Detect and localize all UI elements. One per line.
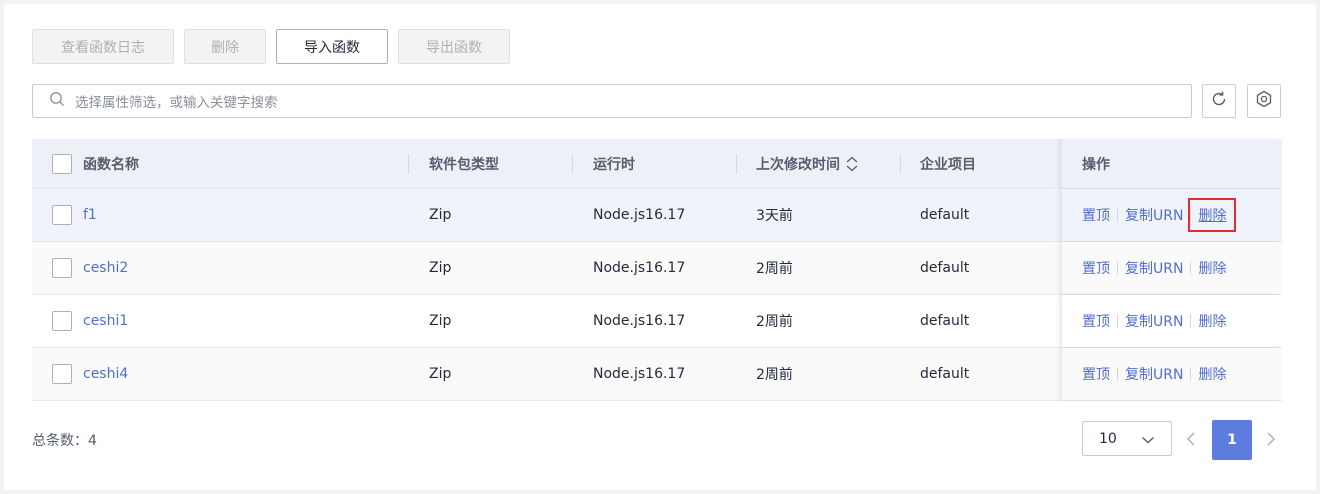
ops-divider <box>1190 261 1192 275</box>
operations-cell: 置顶 复制URN 删除 <box>1061 242 1282 294</box>
import-function-button[interactable]: 导入函数 <box>276 29 388 64</box>
delete-link[interactable]: 删除 <box>1198 364 1226 384</box>
column-divider[interactable] <box>900 154 901 174</box>
runtime-cell: Node.js16.17 <box>593 313 686 329</box>
package-type-cell: Zip <box>429 207 452 223</box>
view-logs-button[interactable]: 查看函数日志 <box>32 29 174 64</box>
ops-divider <box>1117 367 1118 381</box>
delete-button[interactable]: 删除 <box>184 29 266 64</box>
prev-page-icon[interactable] <box>1185 430 1197 452</box>
ops-divider <box>1190 367 1192 381</box>
pin-link[interactable]: 置顶 <box>1082 364 1110 384</box>
copy-urn-link[interactable]: 复制URN <box>1125 205 1183 225</box>
search-input[interactable]: 选择属性筛选，或输入关键字搜索 <box>32 84 1192 118</box>
table-row: ceshi1 Zip Node.js16.17 2周前 default 置顶 复… <box>32 295 1282 348</box>
delete-link[interactable]: 删除 <box>1198 258 1226 278</box>
chevron-down-icon <box>1141 433 1155 449</box>
column-divider[interactable] <box>572 154 573 174</box>
table-row: ceshi2 Zip Node.js16.17 2周前 default 置顶 复… <box>32 242 1282 295</box>
copy-urn-link[interactable]: 复制URN <box>1125 364 1183 384</box>
delete-link[interactable]: 删除 <box>1198 311 1226 331</box>
search-placeholder: 选择属性筛选，或输入关键字搜索 <box>75 95 278 111</box>
settings-button[interactable] <box>1247 84 1281 118</box>
package-type-cell: Zip <box>429 260 452 276</box>
row-checkbox[interactable] <box>52 189 72 241</box>
page-size-value: 10 <box>1099 430 1117 447</box>
functions-table: 函数名称 软件包类型 运行时 上次修改时间 企业项目 操作 f1 Zip Nod… <box>32 139 1282 401</box>
header-enterprise-project: 企业项目 <box>920 156 976 173</box>
total-count: 总条数：4 <box>32 433 97 449</box>
header-package-type: 软件包类型 <box>429 156 499 173</box>
ops-divider <box>1117 261 1118 275</box>
select-all-checkbox[interactable] <box>52 139 72 188</box>
last-modified-cell: 2周前 <box>756 261 793 277</box>
package-type-cell: Zip <box>429 313 452 329</box>
ops-divider <box>1117 314 1118 328</box>
row-checkbox[interactable] <box>52 295 72 347</box>
header-last-modified[interactable]: 上次修改时间 <box>756 139 859 188</box>
delete-link[interactable]: 删除 <box>1188 198 1237 232</box>
pin-link[interactable]: 置顶 <box>1082 311 1110 331</box>
table-row: ceshi4 Zip Node.js16.17 2周前 default 置顶 复… <box>32 348 1282 401</box>
refresh-button[interactable] <box>1202 84 1236 118</box>
table-header: 函数名称 软件包类型 运行时 上次修改时间 企业项目 操作 <box>32 139 1282 189</box>
search-icon <box>49 91 65 111</box>
toolbar: 查看函数日志 删除 导入函数 导出函数 <box>32 29 510 64</box>
function-name-link[interactable]: ceshi4 <box>83 348 128 400</box>
copy-urn-link[interactable]: 复制URN <box>1125 258 1183 278</box>
next-page-icon[interactable] <box>1265 430 1277 452</box>
pin-link[interactable]: 置顶 <box>1082 205 1110 225</box>
function-name-link[interactable]: f1 <box>83 189 97 241</box>
operations-cell: 置顶 复制URN 删除 <box>1061 348 1282 400</box>
refresh-icon <box>1210 90 1228 112</box>
project-cell: default <box>920 260 970 276</box>
package-type-cell: Zip <box>429 366 452 382</box>
sort-icon[interactable] <box>845 156 859 172</box>
operations-cell: 置顶 复制URN 删除 <box>1061 295 1282 347</box>
column-divider[interactable] <box>736 154 737 174</box>
last-modified-cell: 3天前 <box>756 208 793 224</box>
function-name-link[interactable]: ceshi2 <box>83 242 128 294</box>
runtime-cell: Node.js16.17 <box>593 207 686 223</box>
ops-divider <box>1190 314 1192 328</box>
function-name-link[interactable]: ceshi1 <box>83 295 128 347</box>
runtime-cell: Node.js16.17 <box>593 260 686 276</box>
table-row: f1 Zip Node.js16.17 3天前 default 置顶 复制URN… <box>32 189 1282 242</box>
gear-icon <box>1255 90 1273 112</box>
header-last-modified-label: 上次修改时间 <box>756 156 840 173</box>
row-checkbox[interactable] <box>52 242 72 294</box>
last-modified-cell: 2周前 <box>756 367 793 383</box>
project-cell: default <box>920 313 970 329</box>
project-cell: default <box>920 366 970 382</box>
project-cell: default <box>920 207 970 223</box>
header-function-name: 函数名称 <box>83 156 139 173</box>
header-runtime: 运行时 <box>593 156 635 173</box>
current-page-button[interactable]: 1 <box>1212 420 1252 460</box>
ops-divider <box>1117 208 1118 222</box>
last-modified-cell: 2周前 <box>756 314 793 330</box>
operations-cell: 置顶 复制URN 删除 <box>1061 189 1282 241</box>
export-function-button[interactable]: 导出函数 <box>398 29 510 64</box>
copy-urn-link[interactable]: 复制URN <box>1125 311 1183 331</box>
page-size-select[interactable]: 10 <box>1082 421 1172 456</box>
row-checkbox[interactable] <box>52 348 72 400</box>
header-operations: 操作 <box>1061 139 1282 188</box>
pin-link[interactable]: 置顶 <box>1082 258 1110 278</box>
column-divider[interactable] <box>408 154 409 174</box>
delete-link-label: 删除 <box>1198 208 1227 224</box>
runtime-cell: Node.js16.17 <box>593 366 686 382</box>
